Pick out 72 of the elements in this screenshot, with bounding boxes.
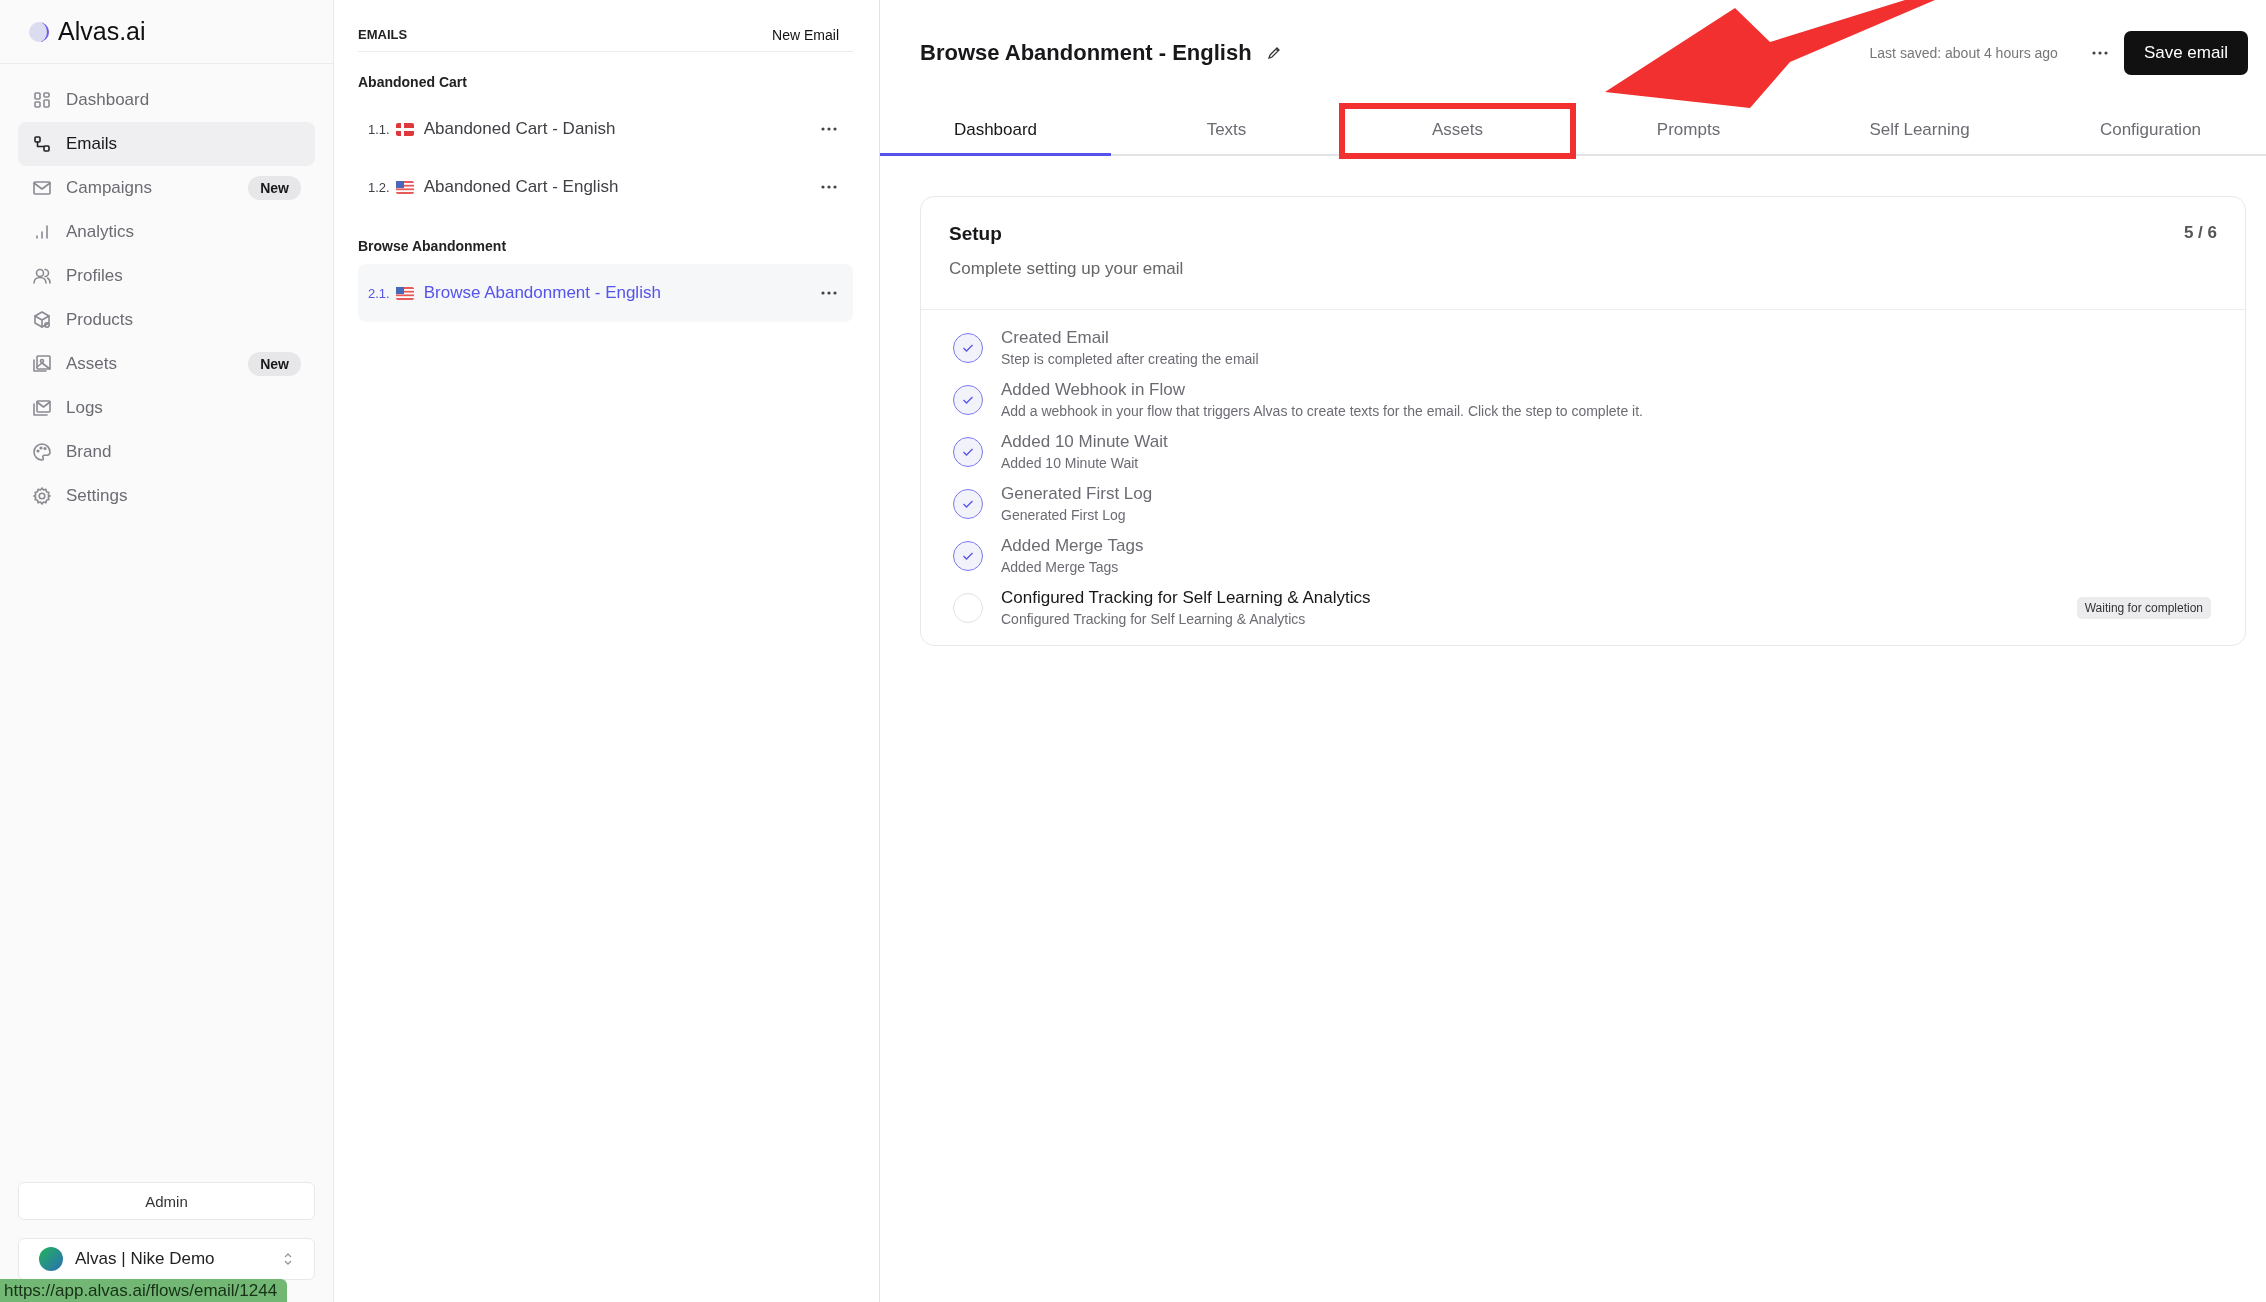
brand-name: Alvas.ai: [58, 17, 146, 46]
step-title: Added Merge Tags: [1001, 536, 1145, 556]
step-title: Configured Tracking for Self Learning & Analytics: [1001, 588, 1372, 608]
step-description: Added Merge Tags: [1001, 559, 1120, 575]
group-heading: Browse Abandonment: [358, 238, 508, 254]
step-title: Added 10 Minute Wait: [1001, 432, 1169, 452]
last-saved-text: Last saved: about 4 hours ago: [1869, 45, 2058, 61]
check-icon: [962, 394, 974, 405]
sidebar-item[interactable]: Settings: [18, 474, 315, 518]
more-icon[interactable]: [819, 183, 839, 191]
list-heading: EMAILS: [358, 27, 408, 42]
sidebar-item[interactable]: Dashboard: [18, 78, 315, 122]
logo-icon: [28, 20, 50, 43]
group-heading: Abandoned Cart: [358, 74, 468, 90]
tab[interactable]: Dashboard: [880, 106, 1111, 156]
card-title: Setup: [949, 223, 1003, 245]
settings-icon: [32, 486, 52, 506]
workspace-avatar: [39, 1247, 63, 1271]
new-email-button[interactable]: New Email: [758, 26, 853, 43]
package-icon: [32, 310, 52, 330]
workspace-selector[interactable]: Alvas | Nike Demo: [18, 1238, 315, 1280]
email-item[interactable]: 1.1. Abandoned Cart - Danish: [358, 100, 853, 158]
tab[interactable]: Prompts: [1573, 106, 1804, 156]
check-icon: [962, 498, 974, 509]
check-icon: [962, 550, 974, 561]
tab[interactable]: Texts: [1111, 106, 1342, 156]
step-description: Generated First Log: [1001, 507, 1127, 523]
sidebar-item[interactable]: Profiles: [18, 254, 315, 298]
step-title: Generated First Log: [1001, 484, 1154, 504]
save-email-button[interactable]: Save email: [2123, 31, 2248, 75]
chevrons-icon: [282, 1251, 294, 1267]
edit-icon[interactable]: [1265, 45, 1282, 61]
email-item[interactable]: 2.1. Browse Abandonment - English: [358, 264, 853, 322]
more-icon[interactable]: [819, 289, 839, 297]
grid-icon: [32, 90, 52, 110]
sidebar-item[interactable]: Campaigns New: [18, 166, 315, 210]
inbox-stack-icon: [32, 398, 52, 418]
new-badge: New: [248, 176, 301, 200]
sidebar-item[interactable]: Products: [18, 298, 315, 342]
email-title: Browse Abandonment - English: [920, 40, 1252, 66]
step-description: Step is completed after creating the email: [1001, 351, 1260, 367]
palette-icon: [32, 442, 52, 462]
check-icon: [962, 446, 974, 457]
users-icon: [32, 266, 52, 286]
images-icon: [32, 354, 52, 374]
flag-icon: [395, 180, 414, 194]
step-title: Created Email: [1001, 328, 1110, 348]
step-description: Added 10 Minute Wait: [1001, 455, 1140, 471]
email-item[interactable]: 1.2. Abandoned Cart - English: [358, 158, 853, 216]
sidebar-item[interactable]: Emails: [18, 122, 315, 166]
progress-count: 5 / 6: [2183, 223, 2217, 244]
tab[interactable]: Assets: [1342, 106, 1573, 156]
card-subtitle: Complete setting up your email: [949, 259, 1184, 279]
step-description: Add a webhook in your flow that triggers Alvas to create texts for the email. Click the step to complete it.: [1001, 403, 1644, 419]
tab[interactable]: Configuration: [2035, 106, 2266, 156]
new-badge: New: [248, 352, 301, 376]
step-title: Added Webhook in Flow: [1001, 380, 1186, 400]
sidebar-item[interactable]: Assets New: [18, 342, 315, 386]
mail-icon: [32, 178, 52, 198]
flag-icon: [395, 286, 414, 300]
tab[interactable]: Self Learning: [1804, 106, 2035, 156]
status-badge: Waiting for completion: [2076, 596, 2211, 619]
step-description: Configured Tracking for Self Learning & Analytics: [1001, 611, 1307, 627]
admin-button[interactable]: Admin: [18, 1182, 315, 1220]
flag-icon: [395, 122, 414, 136]
workflow-icon: [32, 134, 52, 154]
sidebar-item[interactable]: Brand: [18, 430, 315, 474]
more-icon[interactable]: [819, 125, 839, 133]
sidebar-item[interactable]: Logs: [18, 386, 315, 430]
sidebar-item[interactable]: Analytics: [18, 210, 315, 254]
check-icon: [962, 342, 974, 353]
status-url: https://app.alvas.ai/flows/email/1244: [0, 1279, 288, 1302]
